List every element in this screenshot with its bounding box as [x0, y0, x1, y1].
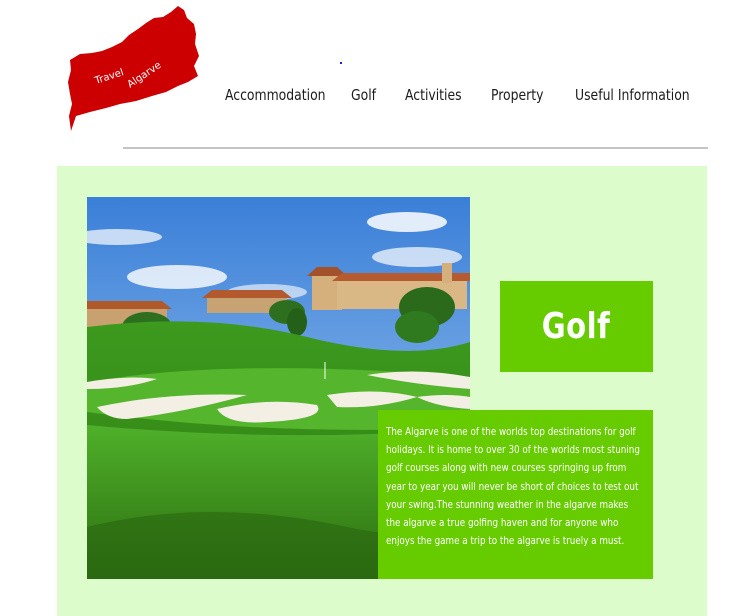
site-logo[interactable]: Travel Algarve: [66, 4, 202, 136]
stray-dot: [340, 62, 342, 64]
algarve-map-logo: Travel Algarve: [68, 6, 199, 131]
nav-item-accommodation[interactable]: Accommodation: [225, 86, 326, 104]
nav-item-property[interactable]: Property: [491, 86, 543, 104]
nav-item-golf[interactable]: Golf: [351, 86, 376, 104]
description-box: The Algarve is one of the worlds top des…: [378, 410, 653, 579]
golf-title-box: Golf: [500, 281, 653, 372]
page-title: Golf: [542, 306, 611, 347]
nav-item-useful-information[interactable]: Useful Information: [575, 86, 690, 104]
nav-item-activities[interactable]: Activities: [405, 86, 462, 104]
main-nav: Accommodation Golf Activities Property U…: [0, 86, 750, 112]
header-divider: [123, 147, 708, 149]
golf-description: The Algarve is one of the worlds top des…: [386, 426, 640, 548]
